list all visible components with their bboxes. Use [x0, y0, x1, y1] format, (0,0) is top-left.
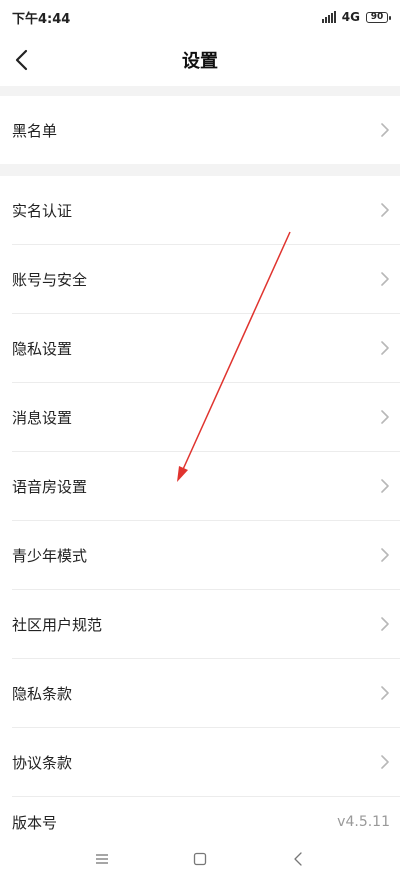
version-value: v4.5.11 [337, 814, 390, 830]
chevron-right-icon [380, 122, 390, 138]
battery-icon: 90 [366, 11, 391, 23]
settings-item-account-security[interactable]: 账号与安全 [0, 245, 400, 313]
settings-item-privacy[interactable]: 隐私设置 [0, 314, 400, 382]
chevron-left-icon [294, 852, 302, 866]
chevron-right-icon [380, 754, 390, 770]
back-button[interactable] [6, 44, 36, 76]
chevron-right-icon [380, 409, 390, 425]
settings-item-privacy-policy[interactable]: 隐私条款 [0, 659, 400, 727]
section-gap [0, 86, 400, 96]
menu-button[interactable] [89, 846, 115, 872]
settings-item-label: 账号与安全 [12, 270, 88, 289]
chevron-right-icon [380, 478, 390, 494]
status-time: 下午4:44 [12, 11, 71, 27]
settings-item-label: 隐私条款 [12, 684, 73, 703]
chevron-right-icon [380, 685, 390, 701]
version-label: 版本号 [12, 813, 58, 832]
settings-item-blacklist[interactable]: 黑名单 [0, 96, 400, 164]
settings-item-youth-mode[interactable]: 青少年模式 [0, 521, 400, 589]
chevron-right-icon [380, 271, 390, 287]
settings-item-agreement[interactable]: 协议条款 [0, 728, 400, 796]
settings-item-voice-room[interactable]: 语音房设置 [0, 452, 400, 520]
status-indicators: 4G 90 [321, 10, 391, 24]
settings-item-label: 社区用户规范 [12, 615, 103, 634]
settings-item-label: 实名认证 [12, 201, 73, 220]
chevron-left-icon [15, 49, 28, 71]
signal-icon [321, 11, 336, 23]
chevron-right-icon [380, 616, 390, 632]
settings-item-label: 隐私设置 [12, 339, 73, 358]
settings-item-label: 消息设置 [12, 408, 73, 427]
menu-icon [96, 854, 108, 864]
network-type: 4G [341, 10, 360, 24]
system-nav-bar [0, 838, 400, 880]
chevron-right-icon [380, 340, 390, 356]
square-icon [193, 852, 207, 866]
section-gap [0, 164, 400, 176]
home-button[interactable] [187, 846, 213, 872]
battery-level: 90 [370, 12, 384, 22]
settings-item-label: 黑名单 [12, 121, 58, 140]
chevron-right-icon [380, 547, 390, 563]
page-title: 设置 [182, 51, 218, 72]
settings-item-label: 青少年模式 [12, 546, 88, 565]
chevron-right-icon [380, 202, 390, 218]
settings-item-messages[interactable]: 消息设置 [0, 383, 400, 451]
settings-item-community-rules[interactable]: 社区用户规范 [0, 590, 400, 658]
nav-bar: 设置 [0, 34, 400, 86]
settings-item-label: 协议条款 [12, 753, 73, 772]
system-back-button[interactable] [285, 846, 311, 872]
settings-item-real-name[interactable]: 实名认证 [0, 176, 400, 244]
status-bar: 下午4:44 4G 90 [0, 0, 400, 34]
settings-item-label: 语音房设置 [12, 477, 88, 496]
